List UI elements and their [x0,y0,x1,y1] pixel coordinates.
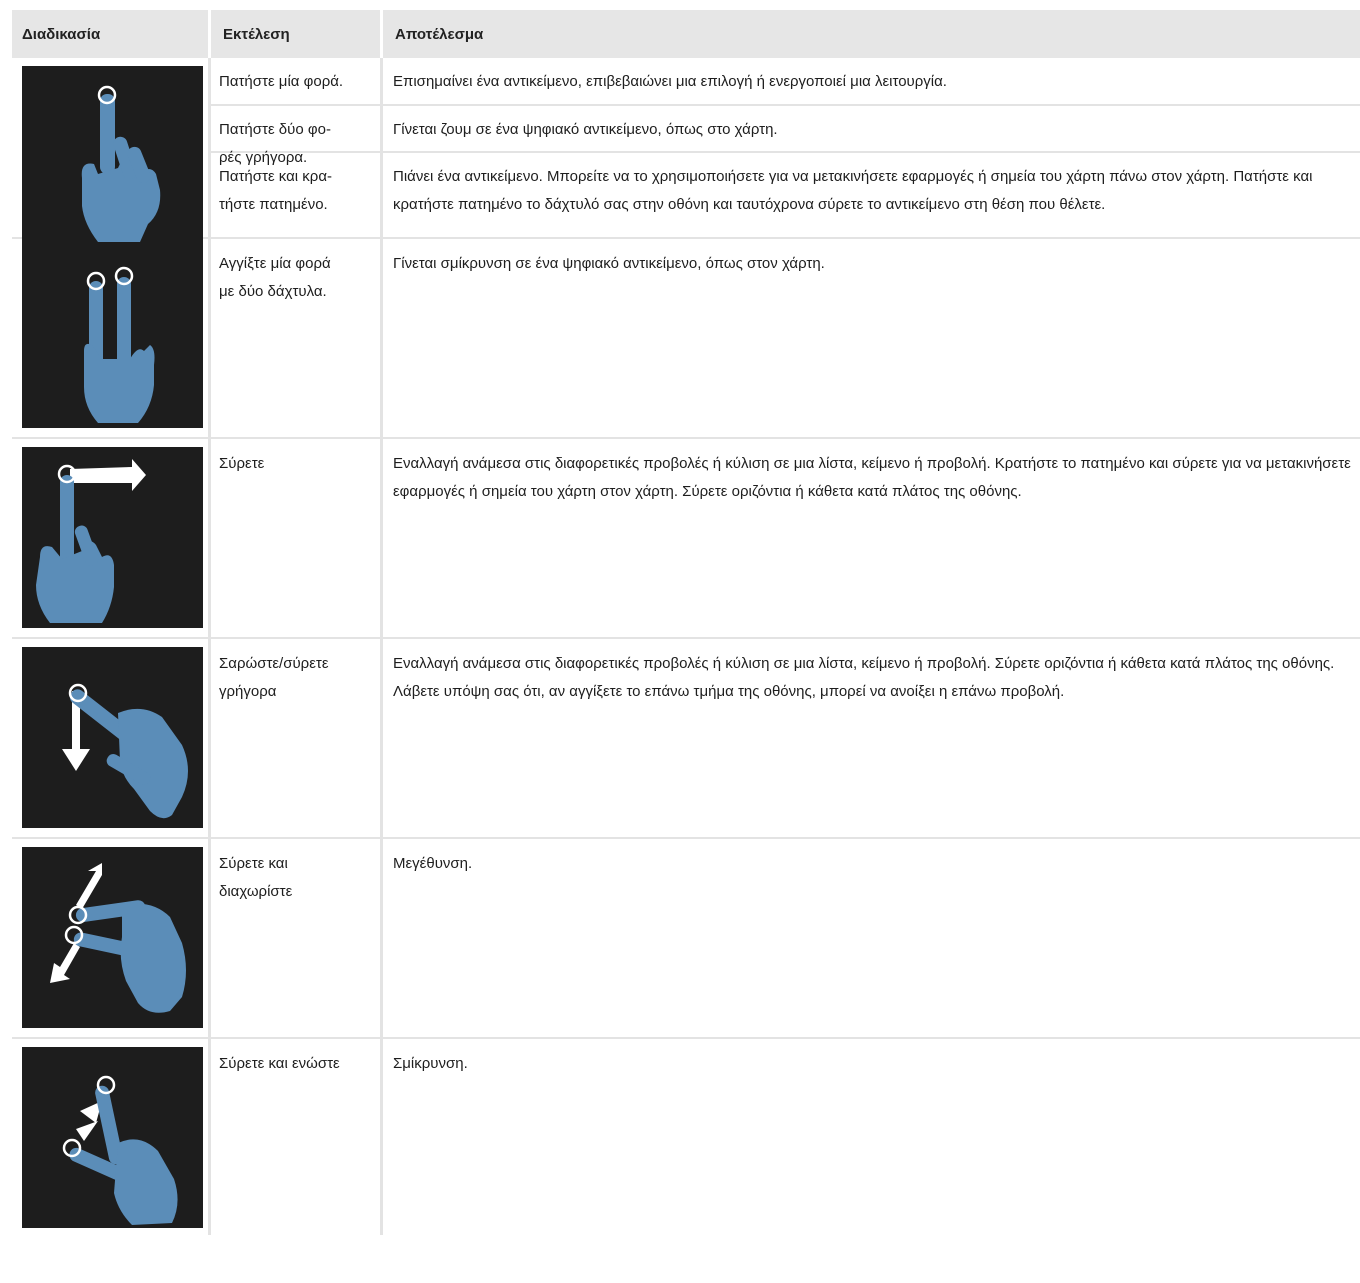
result-text: Λάβετε υπόψη σας ότι, αν αγγίξετε το επά… [393,683,1065,700]
procedure-cell [12,239,208,439]
result-cell: Εναλλαγή ανάμεσα στις διαφορετικές προβο… [380,439,1360,639]
single-finger-tap-icon [22,66,203,247]
gesture-table: Διαδικασία Εκτέλεση Αποτέλεσμα Πατήστε μ… [12,10,1360,1283]
result-cell: Εναλλαγή ανάμεσα στις διαφορετικές προβο… [380,639,1360,839]
header-result: Αποτέλεσμα [380,10,1360,58]
execution-cell: Αγγίξτε μία φορά με δύο δάχτυλα. [208,239,380,439]
result-text: Γίνεται σμίκρυνση σε ένα ψηφιακό αντικεί… [393,255,825,272]
execution-text: Σαρώστε/σύρετε γρήγορα [219,655,329,700]
execution-text: Αγγίξτε μία φορά με δύο δάχτυλα. [219,255,331,300]
execution-text: Πατήστε και κρα- τήστε πατημένο. [219,168,332,213]
result-text: Εναλλαγή ανάμεσα στις διαφορετικές προβο… [393,455,1351,500]
header-procedure: Διαδικασία [12,10,208,58]
result-cell: Γίνεται ζουμ σε ένα ψηφιακό αντικείμενο,… [380,106,1360,153]
result-text: Πιάνει ένα αντικείμενο. Μπορείτε να το χ… [393,168,1313,213]
procedure-cell [12,439,208,639]
execution-cell: Πατήστε μία φορά. [208,58,380,106]
drag-icon [22,447,203,628]
execution-text: Σύρετε και διαχωρίστε [219,855,293,900]
result-cell: Μεγέθυνση. [380,839,1360,1039]
execution-cell: Σαρώστε/σύρετε γρήγορα [208,639,380,839]
procedure-cell [12,839,208,1039]
swipe-icon [22,647,203,828]
execution-text: Σύρετε και ενώστε [219,1055,340,1072]
execution-cell: Σύρετε και ενώστε [208,1039,380,1235]
result-cell: Πιάνει ένα αντικείμενο. Μπορείτε να το χ… [380,153,1360,239]
execution-cell: Πατήστε και κρα- τήστε πατημένο. [208,153,380,239]
result-cell: Επισημαίνει ένα αντικείμενο, επιβεβαιώνε… [380,58,1360,106]
two-finger-tap-icon [22,247,203,428]
result-cell: Σμίκρυνση. [380,1039,1360,1235]
result-text: Εναλλαγή ανάμεσα στις διαφορετικές προβο… [393,655,1335,672]
spread-icon [22,847,203,1028]
result-text: Σμίκρυνση. [393,1055,468,1072]
procedure-cell [12,639,208,839]
result-text: Επισημαίνει ένα αντικείμενο, επιβεβαιώνε… [393,73,947,90]
procedure-cell [12,1039,208,1235]
execution-cell: Πατήστε δύο φο- ρές γρήγορα. [208,106,380,166]
execution-cell: Σύρετε [208,439,380,639]
procedure-cell [12,58,208,247]
result-text: Μεγέθυνση. [393,855,473,872]
header-execution: Εκτέλεση [208,10,380,58]
result-text: Γίνεται ζουμ σε ένα ψηφιακό αντικείμενο,… [393,121,778,138]
execution-cell: Σύρετε και διαχωρίστε [208,839,380,1039]
pinch-icon [22,1047,203,1228]
execution-text: Σύρετε [219,455,265,472]
execution-text: Πατήστε μία φορά. [219,73,344,90]
result-cell: Γίνεται σμίκρυνση σε ένα ψηφιακό αντικεί… [380,239,1360,439]
